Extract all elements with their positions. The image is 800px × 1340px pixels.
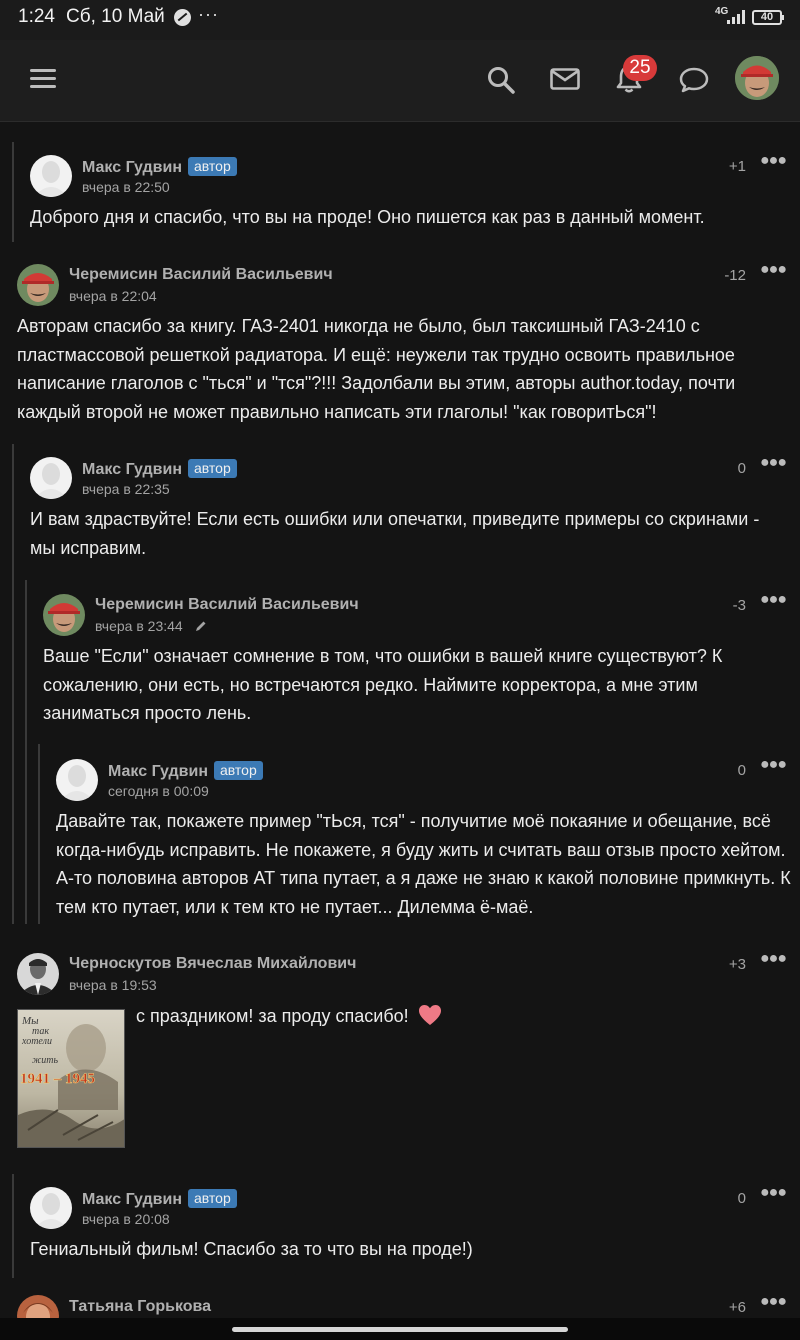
chat-icon[interactable] xyxy=(679,67,709,93)
notification-badge[interactable]: 25 xyxy=(623,55,657,81)
more-options-icon[interactable]: ●●● xyxy=(760,152,787,170)
comment-time[interactable]: вчера в 23:44 xyxy=(95,618,207,634)
author-badge: автор xyxy=(214,761,263,780)
image-caption-line4: жить xyxy=(32,1055,59,1066)
mail-icon[interactable] xyxy=(550,68,580,90)
more-options-icon[interactable]: ●●● xyxy=(760,454,787,472)
comment-score: +1 xyxy=(728,158,746,175)
more-options-icon[interactable]: ●●● xyxy=(760,1184,787,1202)
comment-author[interactable]: Макс Гудвин автор xyxy=(82,157,237,177)
thread-line xyxy=(25,580,27,924)
more-options-icon[interactable]: ●●● xyxy=(760,261,787,279)
comment-score: 0 xyxy=(737,762,746,779)
comment-score: +3 xyxy=(728,956,746,973)
comment-text: И вам здраствуйте! Если есть ошибки или … xyxy=(30,509,760,558)
comments-feed: Макс Гудвин автор вчера в 22:50 +1 ●●● До… xyxy=(0,122,800,1340)
avatar[interactable] xyxy=(17,264,59,306)
comment-author[interactable]: Черемисин Василий Васильевич xyxy=(95,596,359,614)
avatar[interactable] xyxy=(30,457,72,499)
comment-author[interactable]: Черемисин Василий Васильевич xyxy=(69,266,333,284)
comment-time[interactable]: сегодня в 00:09 xyxy=(108,783,209,799)
comment-text: Давайте так, покажете пример "тЬся, тся"… xyxy=(56,811,791,917)
menu-icon[interactable] xyxy=(30,69,56,89)
status-date: Сб, 10 Май xyxy=(66,6,165,27)
comment-time[interactable]: вчера в 22:50 xyxy=(82,179,170,195)
comment-text: Доброго дня и спасибо, что вы на проде! … xyxy=(30,207,705,227)
thread-line xyxy=(12,142,14,242)
comment-text: Ваше "Если" означает сомнение в том, что… xyxy=(43,646,723,723)
thread-line xyxy=(38,744,40,924)
comment-image[interactable]: Мы так хотели жить 1941 – 1945 xyxy=(17,1009,125,1148)
comment-score: -3 xyxy=(732,597,746,614)
pencil-icon xyxy=(195,621,206,631)
more-options-icon[interactable]: ●●● xyxy=(760,756,787,774)
comment-score: 0 xyxy=(737,460,746,477)
comment-score: -12 xyxy=(724,267,746,284)
more-options-icon[interactable]: ●●● xyxy=(760,1293,787,1311)
comment-text: Гениальный фильм! Спасибо за то что вы н… xyxy=(30,1239,473,1259)
author-badge: автор xyxy=(188,1189,237,1208)
comment-author[interactable]: Макс Гудвин автор xyxy=(82,1189,237,1209)
user-avatar[interactable] xyxy=(735,56,779,100)
comment-author[interactable]: Макс Гудвин автор xyxy=(108,761,263,781)
author-badge: автор xyxy=(188,157,237,176)
comment-score: +6 xyxy=(728,1299,746,1316)
status-bar: 1:24 Сб, 10 Май ··· 4G 40 xyxy=(0,0,800,40)
vpn-icon xyxy=(174,9,191,26)
comment-author[interactable]: Черноскутов Вячеслав Михайлович xyxy=(69,955,356,973)
avatar[interactable] xyxy=(56,759,98,801)
more-notifications-icon: ··· xyxy=(198,4,219,24)
image-years: 1941 – 1945 xyxy=(20,1071,95,1087)
signal-icon xyxy=(727,10,747,24)
heart-emoji-icon xyxy=(418,1005,441,1025)
image-caption-line3: хотели xyxy=(21,1036,52,1047)
thread-line xyxy=(12,444,14,924)
comment-author[interactable]: Макс Гудвин автор xyxy=(82,459,237,479)
avatar[interactable] xyxy=(17,953,59,995)
comment-author[interactable]: Татьяна Горькова xyxy=(69,1298,211,1316)
avatar[interactable] xyxy=(30,155,72,197)
search-icon[interactable] xyxy=(486,65,516,95)
top-navbar: 25 xyxy=(0,40,800,122)
more-options-icon[interactable]: ●●● xyxy=(760,950,787,968)
thread-line xyxy=(12,1174,14,1278)
comment-time[interactable]: вчера в 22:04 xyxy=(69,288,157,304)
author-badge: автор xyxy=(188,459,237,478)
comment-time[interactable]: вчера в 22:35 xyxy=(82,481,170,497)
comment-text: Авторам спасибо за книгу. ГАЗ-2401 никог… xyxy=(17,316,736,422)
status-time: 1:24 xyxy=(18,6,55,27)
battery-indicator: 40 xyxy=(752,10,784,25)
avatar[interactable] xyxy=(43,594,85,636)
avatar[interactable] xyxy=(30,1187,72,1229)
comment-score: 0 xyxy=(737,1190,746,1207)
more-options-icon[interactable]: ●●● xyxy=(760,591,787,609)
comment-time[interactable]: вчера в 20:08 xyxy=(82,1211,170,1227)
comment-time[interactable]: вчера в 19:53 xyxy=(69,977,157,993)
home-indicator[interactable] xyxy=(232,1327,568,1332)
comment-text: с праздником! за проду спасибо! xyxy=(136,1002,776,1031)
